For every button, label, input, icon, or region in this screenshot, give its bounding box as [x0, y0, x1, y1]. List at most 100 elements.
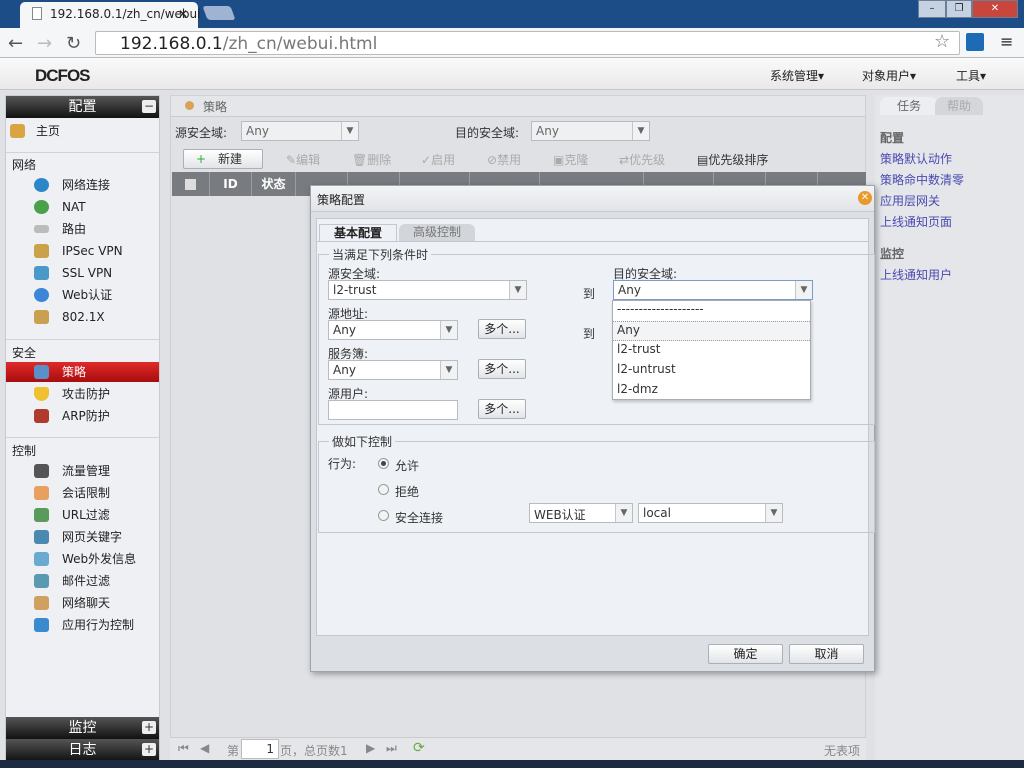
- sidebar-item-network-connection[interactable]: 网络连接: [6, 175, 159, 195]
- sidebar-item-nat[interactable]: NAT: [6, 197, 159, 217]
- service-select[interactable]: Any ▼: [328, 360, 458, 380]
- sidebar-header-config[interactable]: 配置 −: [6, 96, 159, 118]
- sidebar-item-8021x[interactable]: 802.1X: [6, 307, 159, 327]
- sidebar-item-home[interactable]: 主页: [6, 121, 159, 141]
- sidebar-item-ssl-vpn[interactable]: SSL VPN: [6, 263, 159, 283]
- ipsec-icon: [34, 244, 49, 258]
- new-button[interactable]: + 新建: [183, 149, 263, 169]
- sidebar-item-web-post[interactable]: Web外发信息: [6, 549, 159, 569]
- priority-sort-button[interactable]: ▤优先级排序: [697, 151, 768, 168]
- radio-deny[interactable]: [378, 484, 389, 495]
- tab-advanced[interactable]: 高级控制: [399, 224, 475, 242]
- page-input[interactable]: 1: [241, 739, 279, 759]
- refresh-icon[interactable]: ⟳: [413, 740, 425, 756]
- sidebar-item-app-control[interactable]: 应用行为控制: [6, 615, 159, 635]
- tab-help[interactable]: 帮助: [935, 97, 983, 115]
- prev-page-icon[interactable]: ◀: [200, 741, 209, 755]
- task-panel: 任务 帮助 配置 策略默认动作 策略命中数清零 应用层网关 上线通知页面 监控 …: [875, 95, 1024, 760]
- link-clear-hits[interactable]: 策略命中数清零: [880, 171, 964, 188]
- src-user-input[interactable]: [328, 400, 458, 420]
- radio-allow[interactable]: [378, 458, 389, 469]
- tab-basic[interactable]: 基本配置: [319, 224, 397, 242]
- dst-zone-filter[interactable]: Any ▼: [531, 121, 650, 141]
- chevron-down-icon: ▼: [341, 122, 358, 140]
- src-addr-multi-button[interactable]: 多个...: [478, 319, 526, 339]
- pager: ⏮ ◀ 第 1 页，总页数1 ▶ ⏭ ⟳ 无表项: [170, 737, 866, 761]
- reload-icon[interactable]: ↻: [66, 33, 81, 54]
- column-status[interactable]: 状态: [252, 172, 296, 196]
- menu-tools[interactable]: 工具▾: [956, 67, 986, 84]
- window-close-button[interactable]: ✕: [972, 0, 1018, 18]
- sidebar-item-mail-filter[interactable]: 邮件过滤: [6, 571, 159, 591]
- dropdown-option-l2-dmz[interactable]: l2-dmz: [613, 381, 810, 401]
- clone-button[interactable]: ▣克隆: [553, 151, 588, 168]
- sidebar-header-log[interactable]: 日志 +: [6, 739, 159, 761]
- link-notify-page[interactable]: 上线通知页面: [880, 213, 952, 230]
- sidebar-item-arp-defense[interactable]: ARP防护: [6, 406, 159, 426]
- service-multi-button[interactable]: 多个...: [478, 359, 526, 379]
- link-default-action[interactable]: 策略默认动作: [880, 150, 952, 167]
- src-zone-filter[interactable]: Any ▼: [241, 121, 359, 141]
- menu-system[interactable]: 系统管理▾: [770, 67, 824, 84]
- dialog-title: 策略配置: [317, 193, 366, 207]
- dst-zone-select[interactable]: Any ▼: [613, 280, 813, 300]
- app-control-icon: [34, 618, 49, 632]
- priority-button[interactable]: ⇄优先级: [619, 151, 665, 168]
- sidebar-item-web-auth[interactable]: Web认证: [6, 285, 159, 305]
- sidebar-header-monitor[interactable]: 监控 +: [6, 717, 159, 739]
- sidebar-item-keyword[interactable]: 网页关键字: [6, 527, 159, 547]
- keyword-icon: [34, 530, 49, 544]
- minimize-button[interactable]: –: [918, 0, 946, 18]
- menu-icon[interactable]: ≡: [1000, 32, 1013, 51]
- enable-button[interactable]: ✓启用: [421, 151, 455, 168]
- sidebar-item-im[interactable]: 网络聊天: [6, 593, 159, 613]
- extension-icon[interactable]: [966, 33, 984, 51]
- sidebar-item-routing[interactable]: 路由: [6, 219, 159, 239]
- link-notify-users[interactable]: 上线通知用户: [880, 266, 952, 283]
- auth-server-select[interactable]: local ▼: [638, 503, 783, 523]
- column-id[interactable]: ID: [210, 172, 252, 196]
- bookmark-star-icon[interactable]: ☆: [934, 31, 950, 52]
- sidebar-item-traffic[interactable]: 流量管理: [6, 461, 159, 481]
- dialog-title-bar: 策略配置 ✕: [311, 186, 874, 212]
- src-zone-select[interactable]: l2-trust ▼: [328, 280, 527, 300]
- back-icon[interactable]: ←: [8, 33, 23, 54]
- chevron-down-icon: ▼: [440, 321, 457, 339]
- disable-button[interactable]: ⊘禁用: [487, 151, 521, 168]
- menu-objects[interactable]: 对象用户▾: [862, 67, 916, 84]
- close-tab-icon[interactable]: ✕: [178, 7, 188, 21]
- link-alg[interactable]: 应用层网关: [880, 192, 940, 209]
- close-icon[interactable]: ✕: [858, 191, 872, 205]
- new-tab-button[interactable]: [202, 6, 236, 20]
- key-icon: [34, 310, 49, 324]
- dropdown-option-any[interactable]: Any: [613, 321, 810, 341]
- auth-type-select[interactable]: WEB认证 ▼: [529, 503, 633, 523]
- address-bar[interactable]: 192.168.0.1/zh_cn/webui.html: [95, 31, 960, 55]
- browser-tab[interactable]: 192.168.0.1/zh_cn/webui ✕: [20, 2, 200, 28]
- src-addr-select[interactable]: Any ▼: [328, 320, 458, 340]
- next-page-icon[interactable]: ▶: [366, 741, 375, 755]
- radio-secure-connect[interactable]: [378, 510, 389, 521]
- dst-zone-filter-label: 目的安全域:: [455, 126, 520, 140]
- sidebar-item-url-filter[interactable]: URL过滤: [6, 505, 159, 525]
- first-page-icon[interactable]: ⏮: [178, 741, 189, 756]
- select-all-checkbox[interactable]: [172, 172, 210, 196]
- ie-icon: [34, 288, 49, 302]
- sidebar-item-policy[interactable]: 策略: [6, 362, 159, 382]
- dropdown-option-l2-trust[interactable]: l2-trust: [613, 341, 810, 361]
- src-user-multi-button[interactable]: 多个...: [478, 399, 526, 419]
- sidebar-item-ipsec-vpn[interactable]: IPSec VPN: [6, 241, 159, 261]
- cancel-button[interactable]: 取消: [789, 644, 864, 664]
- maximize-button[interactable]: ❐: [946, 0, 972, 18]
- delete-button[interactable]: 🗑删除: [352, 151, 391, 168]
- chevron-down-icon: ▼: [440, 361, 457, 379]
- dropdown-option-l2-untrust[interactable]: l2-untrust: [613, 361, 810, 381]
- sidebar-item-attack-defense[interactable]: 攻击防护: [6, 384, 159, 404]
- edit-button[interactable]: ✎编辑: [286, 151, 320, 168]
- ok-button[interactable]: 确定: [708, 644, 783, 664]
- sidebar-item-session-limit[interactable]: 会话限制: [6, 483, 159, 503]
- forward-icon[interactable]: →: [37, 33, 52, 54]
- dropdown-option-separator[interactable]: --------------------: [613, 301, 810, 321]
- tab-tasks[interactable]: 任务: [880, 97, 938, 115]
- last-page-icon[interactable]: ⏭: [386, 741, 397, 756]
